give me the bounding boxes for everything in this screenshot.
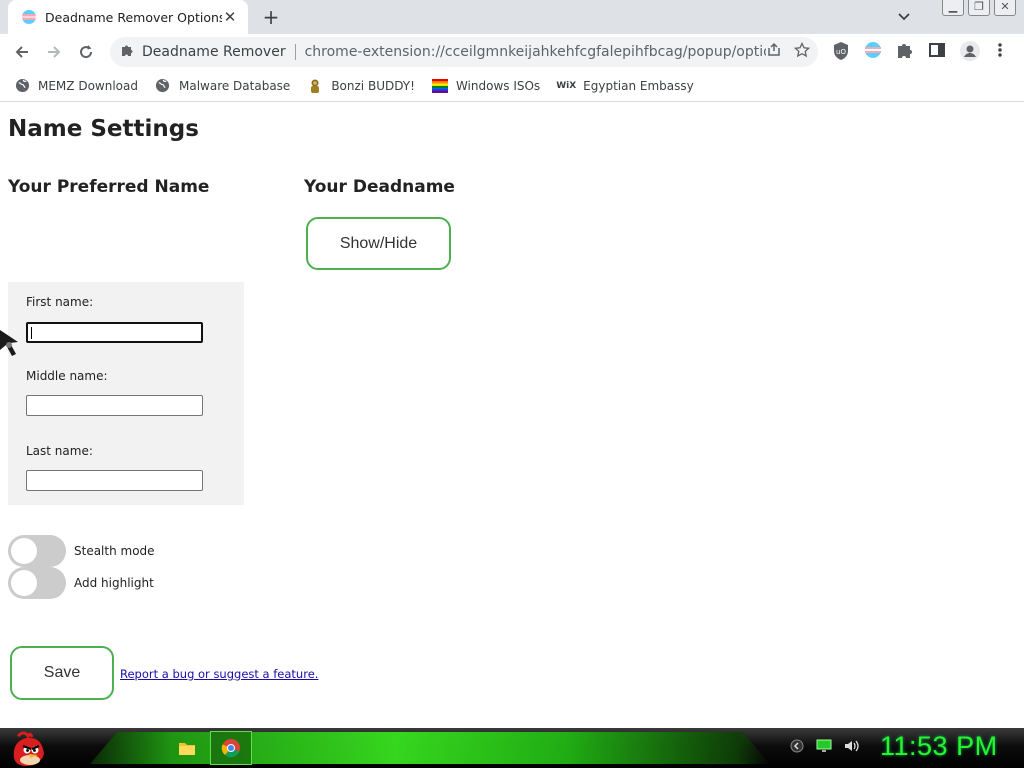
taskbar-clock[interactable]: 11:53 PM: [880, 731, 998, 762]
omnibox-divider: [294, 44, 296, 60]
reload-icon[interactable]: [75, 41, 97, 63]
trans-flag-favicon-icon: [22, 10, 36, 24]
share-icon[interactable]: [766, 42, 782, 62]
network-monitor-icon[interactable]: [816, 738, 832, 757]
add-highlight-label: Add highlight: [74, 576, 154, 590]
add-highlight-row: Add highlight: [8, 567, 154, 599]
toggle-knob: [11, 570, 37, 596]
ublock-origin-icon[interactable]: uO: [832, 41, 850, 65]
taskbar: 11:53 PM: [0, 728, 1024, 768]
show-hide-button[interactable]: Show/Hide: [306, 217, 451, 270]
stealth-mode-row: Stealth mode: [8, 535, 155, 567]
bookmark-windows-isos[interactable]: Windows ISOs: [431, 78, 541, 94]
bookmark-memz-download[interactable]: MEMZ Download: [14, 78, 138, 94]
globe-icon: [14, 78, 30, 94]
system-tray: [790, 738, 860, 757]
start-button-angry-bird-icon[interactable]: [8, 728, 48, 768]
tab-search-chevron-icon[interactable]: [893, 8, 915, 26]
preferred-name-heading: Your Preferred Name: [8, 177, 210, 197]
kebab-menu-icon[interactable]: [994, 41, 1006, 65]
window-close-button[interactable]: ✕: [994, 0, 1016, 16]
extensions-puzzle-icon[interactable]: [896, 41, 914, 65]
bookmark-label: Egyptian Embassy: [583, 78, 694, 93]
first-name-label: First name:: [26, 295, 94, 309]
bookmark-malware-database[interactable]: Malware Database: [155, 78, 290, 94]
tab-deadname-remover-options[interactable]: Deadname Remover Options ✕: [8, 0, 248, 34]
save-button[interactable]: Save: [10, 646, 114, 700]
minimize-button[interactable]: ▁: [942, 0, 964, 16]
stealth-mode-toggle[interactable]: [8, 535, 66, 567]
back-arrow-icon[interactable]: [11, 41, 33, 63]
rainbow-flag-icon: [431, 78, 448, 94]
last-name-label: Last name:: [26, 444, 93, 458]
bookmark-label: MEMZ Download: [38, 78, 138, 93]
add-highlight-toggle[interactable]: [8, 567, 66, 599]
bookmark-bonzi-buddy[interactable]: Bonzi BUDDY!: [307, 78, 415, 94]
options-page: Name Settings Your Preferred Name Your D…: [0, 103, 1024, 728]
toggle-knob: [11, 538, 37, 564]
address-bar[interactable]: Deadname Remover chrome-extension://ccei…: [110, 37, 818, 67]
mouse-cursor-icon: [0, 328, 22, 362]
extension-puzzle-icon: [120, 43, 134, 61]
bookmark-egyptian-embassy[interactable]: WiX Egyptian Embassy: [556, 78, 694, 94]
deadname-remover-extension-icon[interactable]: [864, 41, 882, 65]
side-panel-icon[interactable]: [928, 41, 946, 65]
last-name-input[interactable]: [26, 470, 203, 491]
chrome-taskbar-icon[interactable]: [210, 731, 252, 765]
volume-icon[interactable]: [844, 738, 860, 757]
svg-text:uO: uO: [836, 48, 846, 56]
site-label: Deadname Remover: [142, 44, 286, 60]
middle-name-input[interactable]: [26, 395, 203, 416]
report-bug-link[interactable]: Report a bug or suggest a feature.: [120, 667, 318, 681]
window-controls: ▁ ❐ ✕: [942, 0, 1016, 16]
preferred-name-form: First name: Middle name: Last name:: [8, 282, 244, 505]
restore-button[interactable]: ❐: [968, 0, 990, 16]
browser-toolbar: Deadname Remover chrome-extension://ccei…: [0, 34, 1024, 70]
first-name-input[interactable]: [26, 322, 203, 343]
deadname-heading: Your Deadname: [304, 177, 455, 197]
tray-chevron-icon[interactable]: [790, 738, 804, 757]
bookmark-label: Bonzi BUDDY!: [331, 78, 415, 93]
extension-actions: uO: [832, 41, 1016, 65]
page-title: Name Settings: [8, 116, 199, 142]
url-text: chrome-extension://cceilgmnkeijahkehfcgf…: [304, 44, 766, 60]
wix-icon: WiX: [556, 80, 577, 91]
file-explorer-folder-icon[interactable]: [174, 733, 200, 763]
new-tab-button[interactable]: +: [258, 4, 284, 30]
bookmark-star-icon[interactable]: [793, 41, 811, 62]
stealth-mode-label: Stealth mode: [74, 544, 155, 558]
tab-title: Deadname Remover Options: [45, 9, 222, 25]
tab-strip: Deadname Remover Options ✕ + ▁ ❐ ✕: [0, 0, 1024, 34]
bonzi-icon: [307, 78, 323, 94]
bookmarks-bar: MEMZ Download Malware Database Bonzi BUD…: [0, 70, 1024, 102]
bookmark-label: Malware Database: [178, 78, 291, 93]
bookmark-label: Windows ISOs: [455, 78, 541, 93]
profile-avatar-icon[interactable]: [960, 41, 980, 65]
tab-close-icon[interactable]: ✕: [222, 8, 238, 26]
globe-icon: [155, 78, 171, 94]
forward-arrow-icon[interactable]: [43, 41, 65, 63]
middle-name-label: Middle name:: [26, 369, 108, 383]
